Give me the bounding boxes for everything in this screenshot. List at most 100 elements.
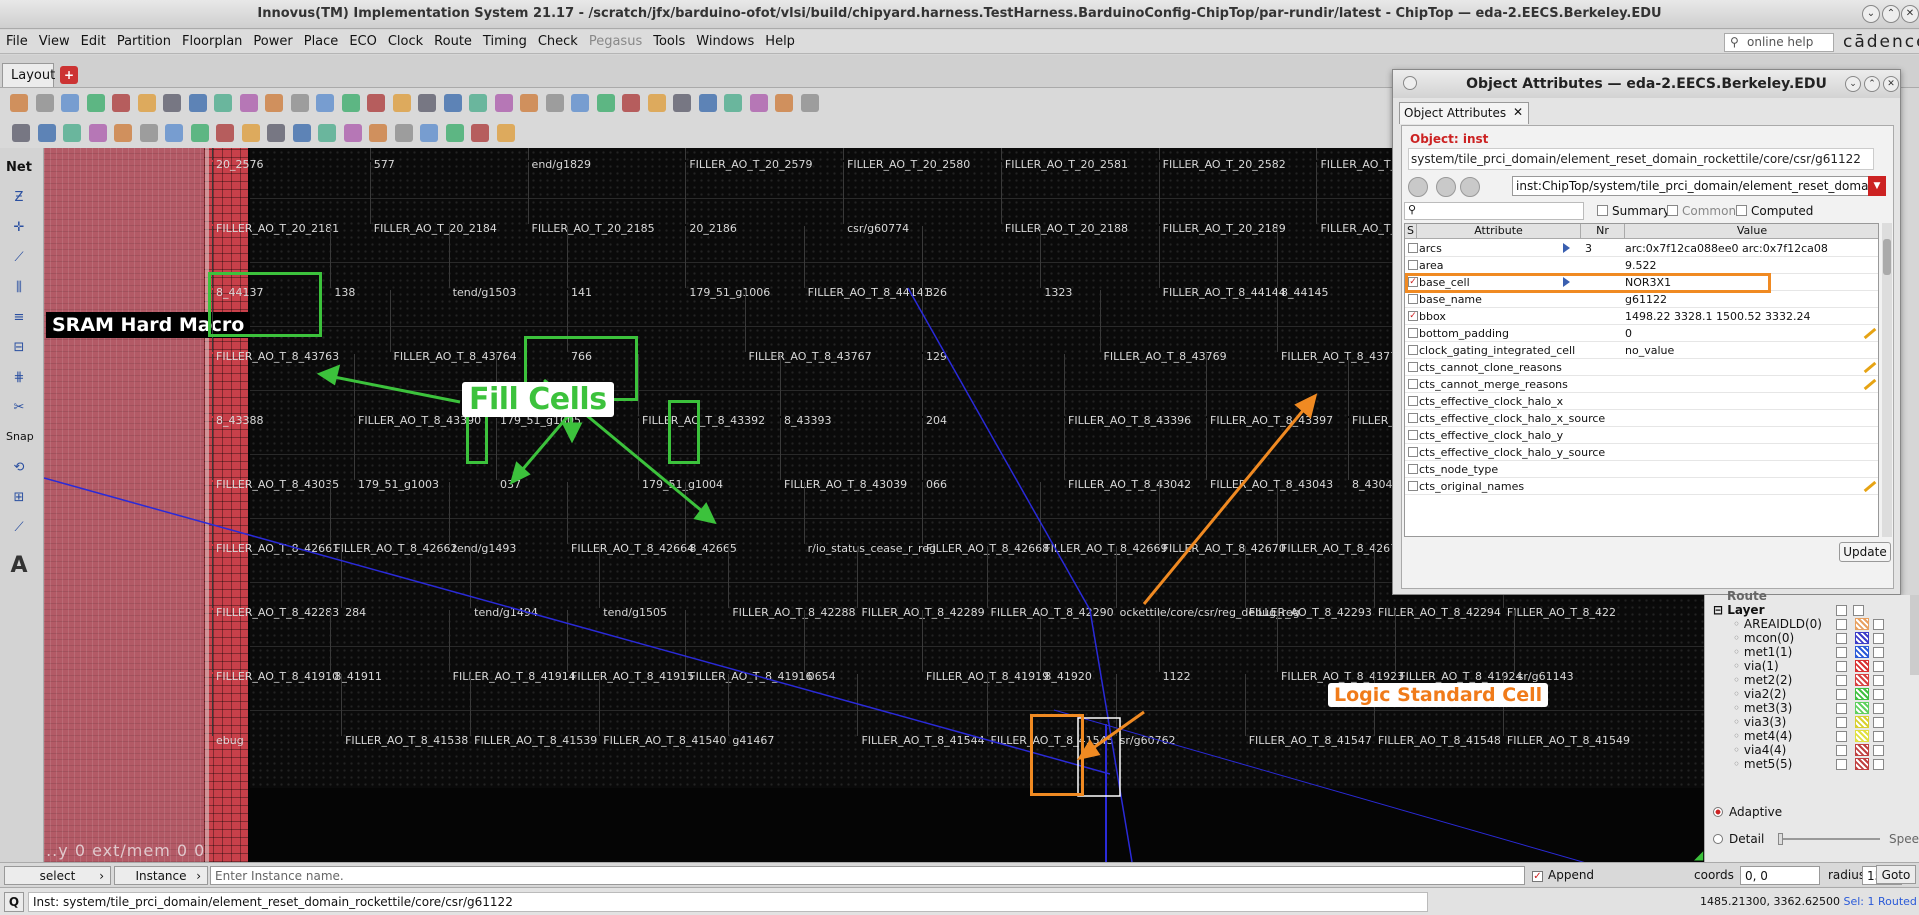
col-header-nr[interactable]: Nr (1581, 224, 1625, 239)
menu-edit[interactable]: Edit (75, 30, 111, 49)
layer-item[interactable]: ◦ via4(4) (1733, 743, 1786, 757)
attribute-row[interactable]: cts_effective_clock_halo_x_source (1405, 410, 1878, 427)
toolbar-tool-icon[interactable] (445, 124, 464, 142)
maximize-icon[interactable]: ⌃ (1864, 76, 1880, 92)
adaptive-radio[interactable]: Adaptive (1713, 805, 1782, 819)
layer-select-checkbox[interactable] (1873, 689, 1884, 700)
layer-scrollbar[interactable] (1910, 595, 1919, 675)
toolbar-tool-icon[interactable] (10, 94, 28, 112)
toolbar-tool-icon[interactable] (469, 94, 487, 112)
layer-select-checkbox[interactable] (1873, 731, 1884, 742)
toolbar-tool-icon[interactable] (724, 94, 742, 112)
layer-item[interactable]: ◦ via2(2) (1733, 687, 1786, 701)
layer-select-checkbox[interactable] (1873, 759, 1884, 770)
layer-swatch[interactable] (1855, 730, 1869, 742)
toolbar-tool-icon[interactable] (418, 94, 436, 112)
toolbar-tool-icon[interactable] (290, 94, 309, 112)
layer-swatch[interactable] (1855, 632, 1869, 644)
layer-visible-checkbox[interactable] (1836, 605, 1847, 616)
select-checkbox[interactable] (1408, 379, 1418, 389)
resize-corner-icon[interactable]: ◢ (1694, 848, 1703, 862)
attribute-row[interactable]: cts_node_type (1405, 461, 1878, 478)
toolbar-tool-icon[interactable] (420, 124, 438, 142)
select-checkbox[interactable] (1408, 396, 1418, 406)
col-header-s[interactable]: S (1405, 224, 1417, 239)
menu-timing[interactable]: Timing (477, 30, 532, 49)
append-checkbox[interactable]: ✓ Append (1532, 868, 1594, 882)
window-menu-icon[interactable] (1403, 76, 1417, 90)
layer-swatch[interactable] (1855, 758, 1869, 770)
toolbar-tool-icon[interactable] (35, 94, 54, 112)
attribute-value[interactable]: 0 (1625, 327, 1632, 340)
cut-icon[interactable]: ✂ (6, 400, 32, 420)
layer-select-checkbox[interactable] (1873, 661, 1884, 672)
select-checkbox[interactable] (1408, 260, 1418, 270)
menu-floorplan[interactable]: Floorplan (176, 30, 247, 49)
select-mode-dropdown[interactable]: select › (4, 866, 111, 885)
instance-name-input[interactable]: Enter Instance name. (210, 866, 1525, 885)
close-tab-icon[interactable]: ✕ (1513, 105, 1523, 119)
menu-help[interactable]: Help (759, 30, 800, 49)
menu-eco[interactable]: ECO (343, 30, 382, 49)
toolbar-tool-icon[interactable] (37, 124, 56, 142)
toolbar-tool-icon[interactable] (239, 94, 258, 112)
layer-select-checkbox[interactable] (1873, 703, 1884, 714)
minimize-icon[interactable]: ⌄ (1862, 5, 1880, 23)
update-button[interactable]: Update (1839, 542, 1891, 562)
toolbar-tool-icon[interactable] (571, 94, 589, 112)
record-icon[interactable] (1408, 177, 1428, 197)
col-header-value[interactable]: Value (1625, 224, 1878, 239)
layer-item[interactable]: ◦ AREAIDLD(0) (1733, 617, 1822, 631)
layer-visible-checkbox[interactable] (1836, 661, 1847, 672)
toolbar-tool-icon[interactable] (188, 94, 207, 112)
wire-tool-icon[interactable]: Ƶ (6, 190, 32, 210)
layer-swatch[interactable] (1855, 674, 1869, 686)
toolbar-tool-icon[interactable] (63, 124, 81, 142)
collapse-icon[interactable]: ⊟ (1713, 603, 1727, 617)
toolbar-tool-icon[interactable] (316, 94, 334, 112)
expand-arrow-icon[interactable] (1563, 243, 1570, 253)
toolbar-tool-icon[interactable] (496, 124, 515, 142)
layer-visible-checkbox[interactable] (1836, 731, 1847, 742)
layer-item[interactable]: ◦ via(1) (1733, 659, 1779, 673)
menu-partition[interactable]: Partition (111, 30, 176, 49)
object-attributes-window[interactable]: Object Attributes — eda-2.EECS.Berkeley.… (1392, 69, 1901, 595)
layer-swatch[interactable] (1855, 716, 1869, 728)
toolbar-tool-icon[interactable] (698, 94, 717, 112)
select-checkbox[interactable] (1408, 362, 1418, 372)
attribute-row[interactable]: cts_cannot_clone_reasons (1405, 359, 1878, 376)
instance-type-dropdown[interactable]: Instance › (114, 866, 208, 885)
toolbar-tool-icon[interactable] (88, 124, 107, 142)
layer-select-checkbox[interactable] (1873, 647, 1884, 658)
toolbar-tool-icon[interactable] (392, 94, 411, 112)
menu-windows[interactable]: Windows (690, 30, 759, 49)
layer-swatch[interactable] (1855, 744, 1869, 756)
summary-checkbox[interactable]: Summary (1597, 204, 1670, 218)
toolbar-tool-icon[interactable] (367, 94, 385, 112)
attribute-row[interactable]: clock_gating_integrated_cell no_value (1405, 342, 1878, 359)
detail-speed-slider[interactable] (1778, 833, 1880, 845)
goto-button[interactable]: Goto (1876, 865, 1916, 884)
layer-swatch[interactable] (1855, 646, 1869, 658)
attribute-row[interactable]: cts_original_names (1405, 478, 1878, 495)
toolbar-tool-icon[interactable] (471, 124, 489, 142)
add-tab-icon[interactable]: + (60, 66, 78, 84)
layer-swatch[interactable] (1855, 660, 1869, 672)
attribute-row[interactable]: arcs 3 arc:0x7f12ca088ee0 arc:0x7f12ca08 (1405, 240, 1878, 257)
select-checkbox[interactable] (1408, 294, 1418, 304)
toolbar-tool-icon[interactable] (673, 94, 691, 112)
maximize-icon[interactable]: ⌃ (1882, 5, 1900, 23)
toolbar-tool-icon[interactable] (343, 124, 362, 142)
layer-item[interactable]: ◦ met1(1) (1733, 645, 1792, 659)
attribute-value[interactable]: arc:0x7f12ca088ee0 arc:0x7f12ca08 (1625, 242, 1828, 255)
vertical-align-icon[interactable]: ⫼ (6, 280, 32, 300)
toolbar-tool-icon[interactable] (596, 94, 615, 112)
attribute-row[interactable]: base_name g61122 (1405, 291, 1878, 308)
edit-pencil-icon[interactable] (1863, 378, 1877, 391)
attribute-value[interactable]: no_value (1625, 344, 1674, 357)
coords-input[interactable]: 0, 0 (1740, 866, 1820, 885)
select-checkbox[interactable] (1408, 243, 1418, 253)
toolbar-tool-icon[interactable] (318, 124, 336, 142)
attribute-row[interactable]: area 9.522 (1405, 257, 1878, 274)
edit-pencil-icon[interactable] (1863, 480, 1877, 493)
